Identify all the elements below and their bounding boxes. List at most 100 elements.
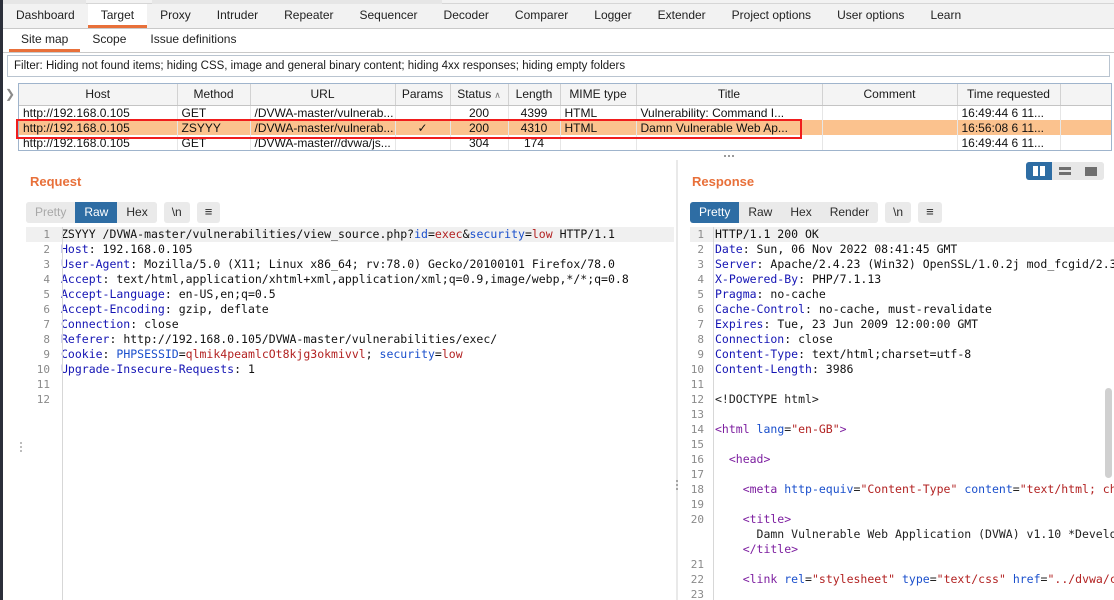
request-tab-group: Pretty Raw Hex \n ≡ [26,202,221,223]
tab-user-options[interactable]: User options [824,4,917,28]
line-number: 23 [690,588,704,600]
left-splitter-handle[interactable] [17,440,25,456]
response-menu-icon[interactable]: ≡ [918,202,942,223]
token: = [427,227,435,241]
request-tab-raw[interactable]: Raw [75,202,118,223]
response-tab-raw[interactable]: Raw [739,202,782,223]
request-menu-icon[interactable]: ≡ [196,202,221,223]
token: = [434,347,442,361]
token: id [414,227,428,241]
table-row[interactable]: http://192.168.0.105 GET/DVWA-master//dvw… [19,135,1111,150]
tab-project-options[interactable]: Project options [719,4,824,28]
line-number: 9 [697,348,704,361]
vertical-splitter-handle[interactable] [673,478,681,494]
request-tab-hex[interactable]: Hex [117,202,157,223]
response-newline-button[interactable]: \n [885,202,912,223]
line-number: 9 [43,348,50,361]
column-header-length[interactable]: Length [508,84,561,106]
sitemap-table-container[interactable]: Host Method URL Params Status ∧ Length MIME typ… [18,83,1112,151]
token: Server [715,257,757,271]
column-header-method[interactable]: Method [177,84,251,106]
tab-label: Repeater [284,7,334,22]
token: Content-Length [715,362,812,376]
split-horizontal-view-button[interactable] [1052,162,1078,180]
line-text: HTTP/1.1 200 OK [708,227,819,242]
token: HTTP/1.1 200 OK [715,227,819,241]
column-header-title[interactable]: Title [636,84,823,106]
column-header-label: Title [717,87,741,102]
request-code-area[interactable]: 1 ZSYYY /DVWA-master/vulnerabilities/view… [26,227,674,600]
token: <!DOCTYPE html> [715,392,819,406]
column-header-time-requested[interactable]: Time requested [957,84,1061,106]
token: Date [715,242,743,256]
cell-host: http://192.168.0.105 [19,120,178,135]
column-header-host[interactable]: Host [19,84,178,106]
column-header-url[interactable]: URL [250,84,396,106]
tab-proxy[interactable]: Proxy [147,4,204,28]
line-text: <title> [708,512,791,527]
filter-bar[interactable]: Filter: Hiding not found items; hiding C… [7,55,1110,77]
token: <title> [715,512,792,526]
request-newline-button[interactable]: \n [163,202,190,223]
column-header-label: Status [457,87,492,102]
token: Accept-Encoding [61,302,165,316]
request-panel-title: Request [30,174,82,189]
column-header-status[interactable]: Status ∧ [450,84,509,106]
token: : close [784,332,833,346]
response-panel-title: Response [692,174,755,189]
subtab-site-map[interactable]: Site map [9,29,81,52]
split-vertical-view-button[interactable] [1026,162,1052,180]
tab-logger[interactable]: Logger [581,4,644,28]
request-code-line: 9 Cookie: PHPSESSID=qlmik4peamlcOt8kjg3ok… [26,347,674,362]
column-header-comment[interactable]: Comment [822,84,958,106]
expand-panel-chevron-icon[interactable]: ❯ [4,86,16,102]
subtab-issue-definitions[interactable]: Issue definitions [138,29,248,52]
token: : [102,347,117,361]
column-header-label: URL [310,87,335,102]
tab-extender[interactable]: Extender [645,4,719,28]
line-number: 19 [690,498,704,511]
response-code-line: 22 <link rel="stylesheet" type="text/css… [690,572,1114,587]
line-text: Connection: close [54,317,179,332]
column-header-blank[interactable] [1060,84,1111,106]
response-code-line: 4 X-Powered-By: PHP/7.1.13 [690,272,1114,287]
token: : close [130,317,179,331]
line-number: 20 [690,513,704,526]
tab-comparer[interactable]: Comparer [502,4,581,28]
table-row[interactable]: http://192.168.0.105 GET/DVWA-master/vuln… [19,105,1111,120]
column-header-mime-type[interactable]: MIME type [560,84,637,106]
response-vertical-scrollbar[interactable] [1105,388,1112,478]
token: http-equiv [784,482,854,496]
tab-label: Extender [657,7,706,22]
response-code-area[interactable]: 1 HTTP/1.1 200 OK 2 Date: Sun, 06 Nov 2022 … [690,227,1114,600]
tab-intruder[interactable]: Intruder [204,4,271,28]
response-code-line: 10 Content-Length: 3986 [690,362,1114,377]
line-text: Upgrade-Insecure-Requests: 1 [54,362,255,377]
table-resize-handle[interactable] [718,152,740,159]
tab-decoder[interactable]: Decoder [431,4,502,28]
token: : Sun, 06 Nov 2022 08:41:45 GMT [742,242,958,256]
response-tab-pretty[interactable]: Pretty [690,202,740,223]
split-vertical-icon [1033,166,1045,176]
response-code-line: 18 <meta http-equiv = "Content-Type" conte… [690,482,1114,497]
cell-comment [822,135,958,150]
tab-dashboard[interactable]: Dashboard [3,4,88,28]
column-header-params[interactable]: Params [395,84,451,106]
subtab-scope[interactable]: Scope [80,29,138,52]
cell-length: 4399 [508,105,561,120]
line-number: 5 [697,288,704,301]
token: : text/html,application/xhtml+xml,applic… [102,272,629,286]
tab-learn[interactable]: Learn [917,4,974,28]
filter-text: Filter: Hiding not found items; hiding C… [14,60,626,72]
tab-sequencer[interactable]: Sequencer [347,4,431,28]
token: : PHP/7.1.13 [798,272,882,286]
tab-target[interactable]: Target [87,4,148,28]
table-row[interactable]: http://192.168.0.105 ZSYYY/DVWA-master/vu… [19,120,1111,135]
request-code-line: 1 ZSYYY /DVWA-master/vulnerabilities/view… [26,227,674,242]
single-view-button[interactable] [1078,162,1104,180]
tab-repeater[interactable]: Repeater [271,4,346,28]
line-number: 22 [690,573,704,586]
response-tab-render[interactable]: Render [820,202,879,223]
request-tab-pretty[interactable]: Pretty [26,202,76,223]
response-tab-hex[interactable]: Hex [781,202,821,223]
